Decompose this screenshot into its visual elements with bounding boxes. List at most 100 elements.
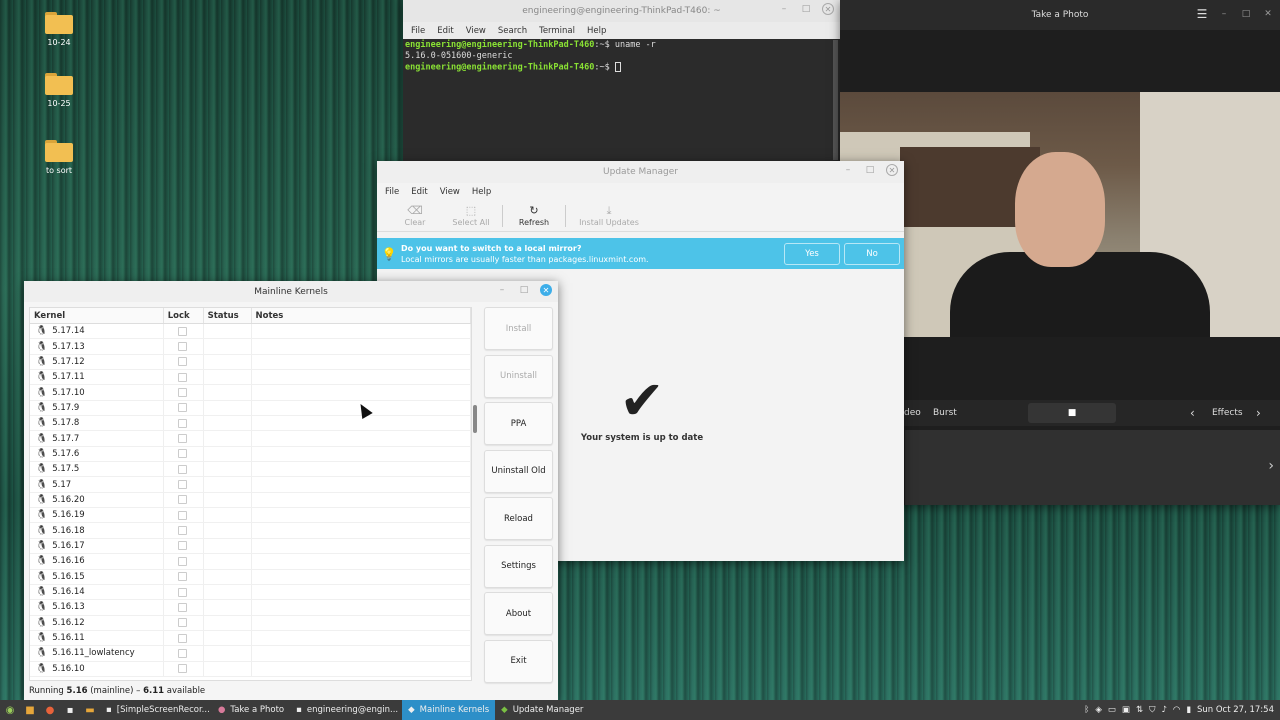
minimize-icon[interactable]: – [1218,8,1230,20]
effects-button[interactable]: Effects [1212,408,1243,418]
kernel-list-scrollbar[interactable] [473,405,477,433]
volume-icon[interactable]: ♪ [1161,705,1166,715]
taskbar-item-take-a-photo[interactable]: ● Take a Photo [212,700,290,720]
lock-checkbox[interactable] [177,602,187,612]
terminal-launcher-icon[interactable]: ▪ [62,703,78,717]
kernel-row[interactable]: 🐧 5.17.14 [30,324,471,340]
kernel-row[interactable]: 🐧 5.16.18 [30,523,471,539]
kernel-row[interactable]: 🐧 5.16.11 [30,630,471,647]
mainline-kernels-window[interactable]: Mainline Kernels – □ ✕ Kernel Lock Statu… [24,281,558,700]
maximize-icon[interactable]: □ [800,3,812,15]
lock-checkbox[interactable] [177,357,187,367]
update-manager-titlebar[interactable]: Update Manager – □ ✕ [377,161,904,183]
lock-checkbox[interactable] [177,572,187,582]
lock-checkbox[interactable] [177,541,187,551]
kernel-row[interactable]: 🐧 5.17.7 [30,431,471,447]
wifi-icon[interactable]: ◠ [1173,705,1180,715]
lock-checkbox[interactable] [177,464,187,474]
ppa-button[interactable]: PPA [484,402,553,445]
camera-titlebar[interactable]: Take a Photo ☰ – □ ✕ [840,0,1280,30]
taskbar-item-update-manager[interactable]: ◆ Update Manager [495,700,589,720]
kernel-list[interactable]: Kernel Lock Status Notes 🐧 5.17.14 🐧 5.17.1… [29,307,472,681]
clock[interactable]: Sun Oct 27, 17:54 [1197,705,1274,715]
minimize-icon[interactable]: – [496,284,508,296]
kernel-row[interactable]: 🐧 5.17.13 [30,339,471,355]
lock-checkbox[interactable] [177,434,187,444]
maximize-icon[interactable]: □ [864,164,876,176]
kernel-row[interactable]: 🐧 5.17 [30,477,471,493]
mode-video[interactable]: deo [904,408,921,418]
terminal-scrollbar[interactable] [833,40,838,160]
kernel-row[interactable]: 🐧 5.17.11 [30,370,471,386]
reload-button[interactable]: Reload [484,497,553,540]
lock-checkbox[interactable] [177,372,187,382]
kernel-row[interactable]: 🐧 5.16.16 [30,554,471,570]
network-icon[interactable]: ⇅ [1136,705,1143,715]
kernel-row[interactable]: 🐧 5.16.14 [30,584,471,601]
install-button[interactable]: Install [484,307,553,350]
desktop-folder-10-24[interactable]: 10-24 [29,12,89,47]
uninstall-old-button[interactable]: Uninstall Old [484,449,553,493]
menu-file[interactable]: File [411,26,425,36]
lock-checkbox[interactable] [177,449,187,459]
photo-gallery[interactable]: › [905,430,1280,505]
about-button[interactable]: About [484,592,553,635]
no-button[interactable]: No [844,242,900,265]
taskbar-item-screen-recorder[interactable]: ▪ [SimpleScreenRecor... [100,700,212,720]
column-kernel[interactable]: Kernel [30,308,164,323]
battery-icon[interactable]: ▮ [1186,705,1191,715]
desktop-folder-10-25[interactable]: 10-25 [29,73,89,108]
taskbar-item-mainline-kernels[interactable]: ◆ Mainline Kernels [402,700,496,720]
bluetooth-icon[interactable]: ᛒ [1084,705,1089,715]
select-all-button[interactable]: ⬚ Select All [443,204,499,231]
uninstall-button[interactable]: Uninstall [484,354,553,398]
kernel-row[interactable]: 🐧 5.17.9 [30,400,471,417]
lock-checkbox[interactable] [177,664,187,674]
install-updates-button[interactable]: ⤓ Install Updates [569,204,649,231]
lock-checkbox[interactable] [177,556,187,566]
terminal-titlebar[interactable]: engineering@engineering-ThinkPad-T460: ~… [403,0,840,22]
display-icon[interactable]: ▣ [1122,705,1130,715]
kernel-row[interactable]: 🐧 5.16.12 [30,615,471,631]
lock-checkbox[interactable] [177,648,187,658]
close-icon[interactable]: ✕ [540,284,552,296]
close-icon[interactable]: ✕ [822,3,834,15]
maximize-icon[interactable]: □ [1240,8,1252,20]
settings-button[interactable]: Settings [484,544,553,588]
close-icon[interactable]: ✕ [1262,8,1274,20]
menu-file[interactable]: File [385,187,399,197]
kernel-row[interactable]: 🐧 5.16.17 [30,538,471,555]
lock-checkbox[interactable] [177,633,187,643]
minimize-icon[interactable]: – [842,164,854,176]
mainline-titlebar[interactable]: Mainline Kernels – □ ✕ [24,281,558,302]
chevron-left-icon[interactable]: ‹ [1190,406,1195,420]
shutter-button[interactable]: ■ [1028,403,1116,423]
lock-checkbox[interactable] [177,342,187,352]
kernel-row[interactable]: 🐧 5.17.6 [30,446,471,463]
column-lock[interactable]: Lock [164,308,204,323]
kernel-row[interactable]: 🐧 5.17.12 [30,354,471,371]
lock-checkbox[interactable] [177,418,187,428]
terminal-output[interactable]: engineering@engineering-ThinkPad-T460:~$… [403,39,840,75]
security-icon[interactable]: ⛉ [1149,705,1155,715]
update-shield-icon[interactable]: ◈ [1095,705,1102,715]
chevron-right-icon[interactable]: › [1256,406,1261,420]
lock-checkbox[interactable] [177,618,187,628]
terminal-window[interactable]: engineering@engineering-ThinkPad-T460: ~… [403,0,840,162]
desktop-folder-to-sort[interactable]: to sort [29,140,89,175]
firefox-icon[interactable]: ● [42,703,58,717]
lock-checkbox[interactable] [177,480,187,490]
files-icon[interactable]: ▬ [82,703,98,717]
menu-edit[interactable]: Edit [411,187,427,197]
lock-checkbox[interactable] [177,326,187,336]
menu-view[interactable]: View [440,187,460,197]
removable-drive-icon[interactable]: ▭ [1108,705,1116,715]
menu-terminal[interactable]: Terminal [539,26,575,36]
lock-checkbox[interactable] [177,403,187,413]
taskbar-item-terminal[interactable]: ▪ engineering@engin... [290,700,402,720]
kernel-row[interactable]: 🐧 5.16.13 [30,600,471,616]
yes-button[interactable]: Yes [784,242,840,265]
minimize-icon[interactable]: – [778,3,790,15]
lock-checkbox[interactable] [177,495,187,505]
kernel-row[interactable]: 🐧 5.16.15 [30,569,471,585]
